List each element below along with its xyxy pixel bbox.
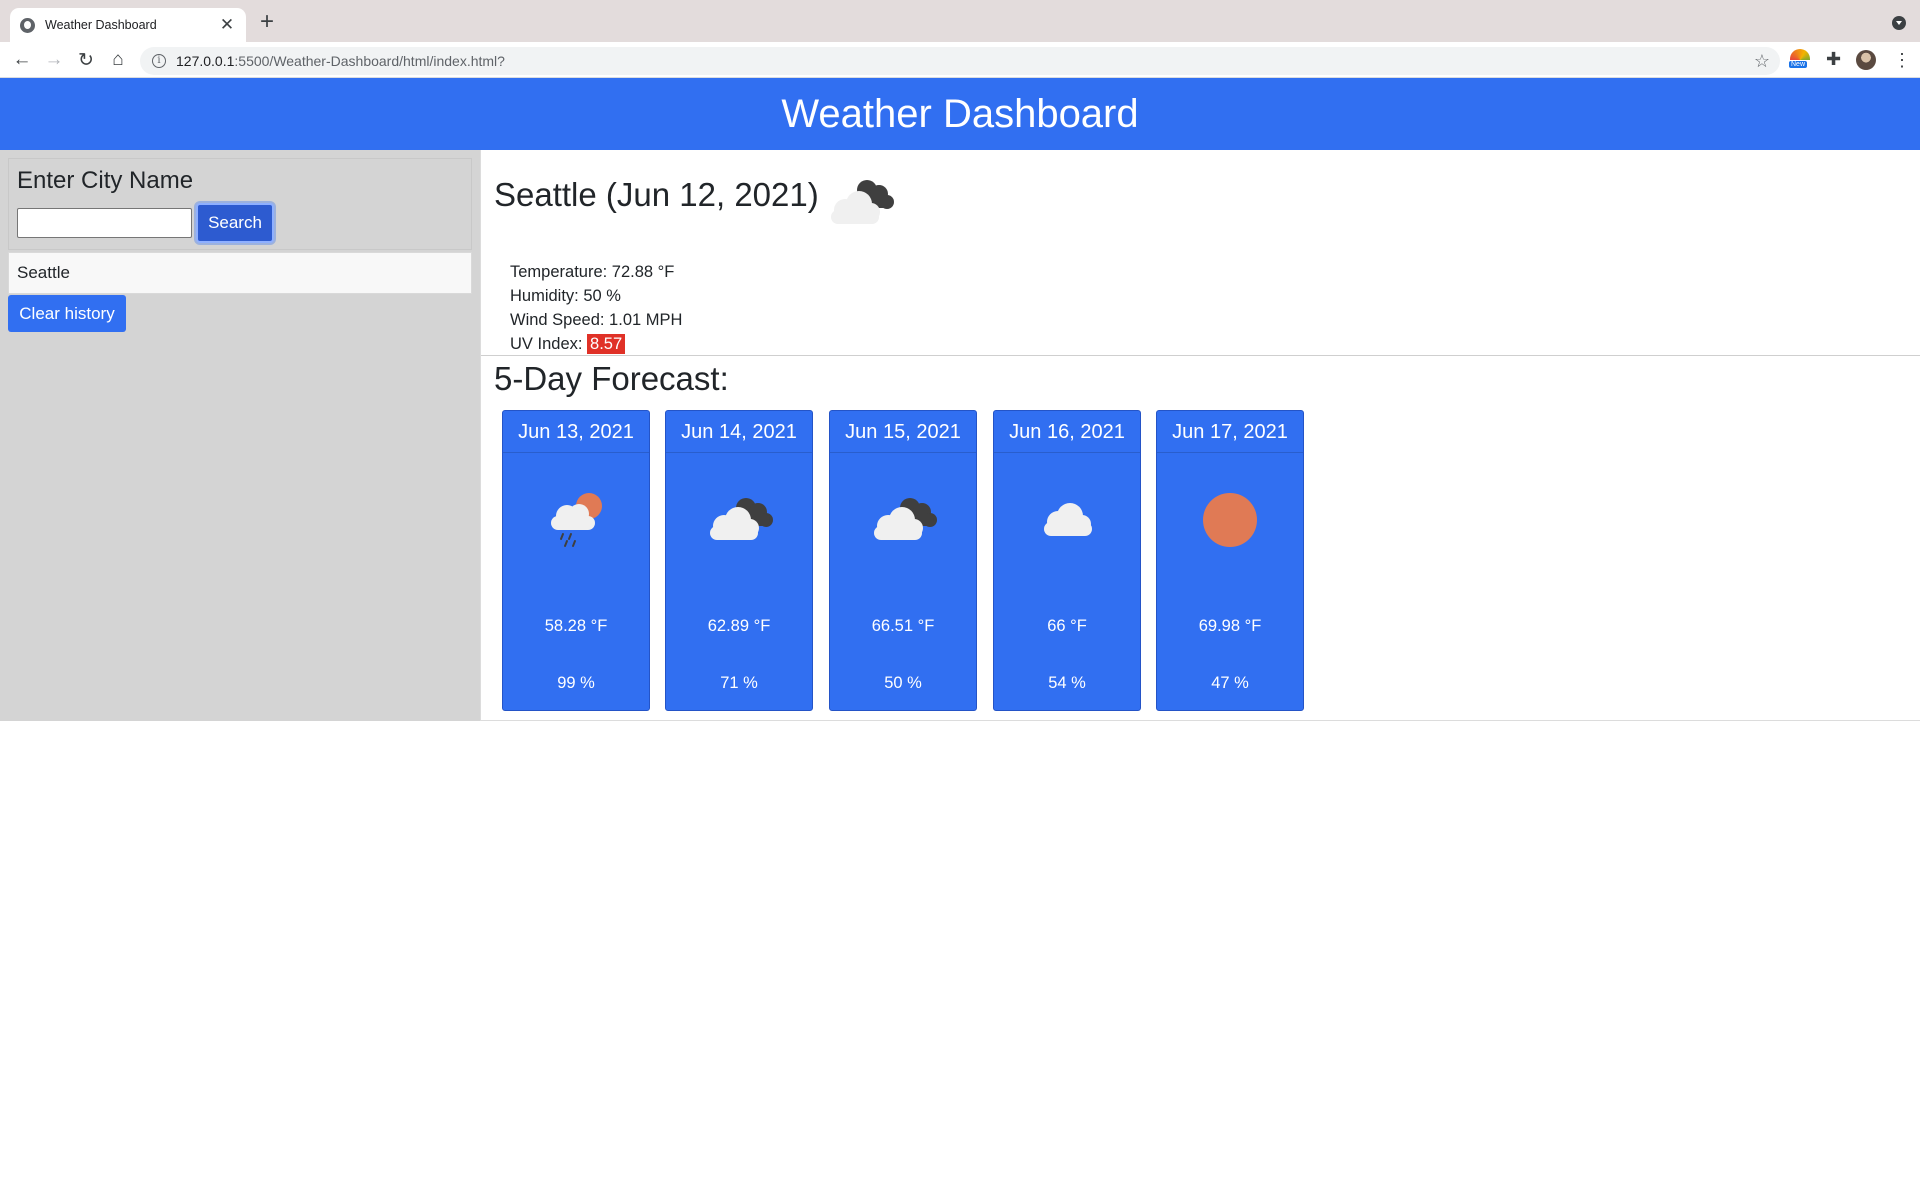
current-city-title: Seattle (Jun 12, 2021) <box>494 176 819 213</box>
main-panel: Seattle (Jun 12, 2021) Temperature: 72.8… <box>480 150 1920 721</box>
partly-cloudy-night-icon <box>831 180 894 224</box>
browser-menu-icon[interactable]: ⋮ <box>1893 48 1911 72</box>
uv-index-label: UV Index: <box>510 335 588 353</box>
uv-index-row: UV Index: 8.57 <box>510 332 682 356</box>
wind-speed-text: Wind Speed: 1.01 MPH <box>510 311 683 329</box>
close-tab-icon[interactable]: ✕ <box>218 15 236 35</box>
page: Weather Dashboard Enter City Name Search… <box>0 78 1920 1200</box>
forecast-card: Jun 13, 2021 58.28 °F 99 % <box>502 410 650 711</box>
browser-tab-bar: Weather Dashboard ✕ + <box>0 0 1920 42</box>
back-icon[interactable]: ← <box>10 48 34 72</box>
reload-icon[interactable]: ↻ <box>74 48 98 72</box>
browser-tab[interactable]: Weather Dashboard ✕ <box>10 8 246 42</box>
page-title: Weather Dashboard <box>781 91 1139 136</box>
forecast-card: Jun 15, 2021 66.51 °F 50 % <box>829 410 977 711</box>
forecast-humidity: 47 % <box>1211 674 1249 692</box>
forecast-card: Jun 17, 2021 69.98 °F 47 % <box>1156 410 1304 711</box>
new-tab-button[interactable]: + <box>260 10 274 34</box>
humidity-text: Humidity: 50 % <box>510 287 621 305</box>
extension-rainbow-icon[interactable]: New <box>1789 49 1812 71</box>
home-icon[interactable]: ⌂ <box>106 48 130 72</box>
forecast-temp: 66.51 °F <box>871 617 935 635</box>
forecast-temp: 58.28 °F <box>544 617 608 635</box>
url-path: :5500/Weather-Dashboard/html/index.html? <box>234 53 505 69</box>
clear-history-button[interactable]: Clear history <box>8 295 126 332</box>
cloudy-night-icon <box>710 498 773 540</box>
forecast-humidity: 54 % <box>1048 674 1086 692</box>
tab-title: Weather Dashboard <box>45 18 157 32</box>
url-host: 127.0.0.1 <box>176 53 235 69</box>
globe-icon <box>20 17 35 33</box>
current-stats: Temperature: 72.88 °F Humidity: 50 % Win… <box>510 260 682 356</box>
sun-icon <box>1203 493 1257 547</box>
forecast-temp: 69.98 °F <box>1198 617 1262 635</box>
search-label: Enter City Name <box>17 167 194 194</box>
address-bar[interactable]: i 127.0.0.1:5500/Weather-Dashboard/html/… <box>140 47 1780 75</box>
forecast-humidity: 71 % <box>720 674 758 692</box>
forecast-date: Jun 14, 2021 <box>666 411 812 453</box>
search-form: Enter City Name Search <box>8 158 472 250</box>
extension-new-badge: New <box>1789 61 1808 68</box>
sidebar: Enter City Name Search Seattle Clear his… <box>0 150 480 721</box>
bookmark-star-icon[interactable]: ☆ <box>1754 51 1770 72</box>
page-header: Weather Dashboard <box>0 78 1920 150</box>
extensions-puzzle-icon[interactable]: ✚ <box>1826 49 1841 70</box>
current-weather: Seattle (Jun 12, 2021) Temperature: 72.8… <box>481 150 1920 356</box>
search-row: Search <box>17 203 463 243</box>
temperature-text: Temperature: 72.88 °F <box>510 263 675 281</box>
forward-icon[interactable]: → <box>42 48 66 72</box>
search-button[interactable]: Search <box>196 203 274 243</box>
cloudy-night-icon <box>874 498 937 540</box>
city-search-input[interactable] <box>17 208 192 238</box>
forecast-date: Jun 16, 2021 <box>994 411 1140 453</box>
forecast-temp: 66 °F <box>1047 617 1087 635</box>
history-item-seattle[interactable]: Seattle <box>8 252 472 294</box>
forecast-date: Jun 15, 2021 <box>830 411 976 453</box>
forecast-card: Jun 16, 2021 66 °F 54 % <box>993 410 1141 711</box>
tab-search-icon[interactable] <box>1892 16 1906 30</box>
profile-avatar[interactable] <box>1856 50 1876 70</box>
rain-sun-icon <box>551 493 602 547</box>
forecast-date: Jun 13, 2021 <box>503 411 649 453</box>
forecast-humidity: 99 % <box>557 674 595 692</box>
browser-toolbar: ← → ↻ ⌂ i 127.0.0.1:5500/Weather-Dashboa… <box>0 42 1920 78</box>
uv-index-badge: 8.57 <box>587 334 626 354</box>
site-info-icon[interactable]: i <box>152 54 166 68</box>
forecast-card: Jun 14, 2021 62.89 °F 71 % <box>665 410 813 711</box>
forecast-date: Jun 17, 2021 <box>1157 411 1303 453</box>
cloud-icon <box>1044 503 1092 536</box>
forecast-temp: 62.89 °F <box>707 617 771 635</box>
forecast-title: 5-Day Forecast: <box>494 360 729 397</box>
forecast-humidity: 50 % <box>884 674 922 692</box>
